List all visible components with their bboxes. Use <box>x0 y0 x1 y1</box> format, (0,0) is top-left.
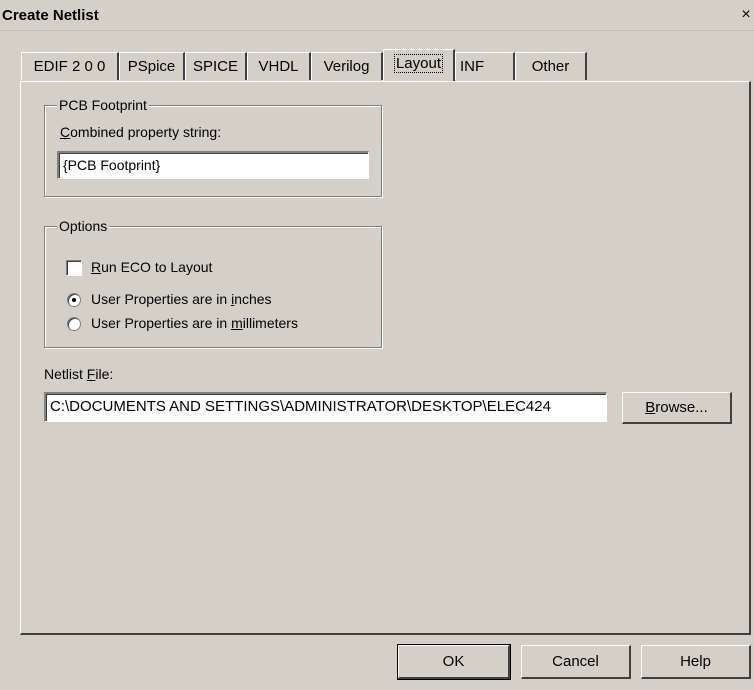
browse-button[interactable]: Browse... <box>622 392 732 424</box>
netlist-file-input[interactable]: C:\DOCUMENTS AND SETTINGS\ADMINISTRATOR\… <box>44 392 607 422</box>
radio-inches[interactable] <box>67 293 81 307</box>
radio-millimeters[interactable] <box>67 317 81 331</box>
options-legend: Options <box>57 218 110 234</box>
tab-inf[interactable]: INF <box>455 52 515 80</box>
radio-inches-label: User Properties are in inches <box>91 291 272 307</box>
pcb-footprint-legend: PCB Footprint <box>57 97 149 113</box>
cancel-button[interactable]: Cancel <box>521 645 631 679</box>
tab-vhdl[interactable]: VHDL <box>247 52 311 80</box>
tab-verilog[interactable]: Verilog <box>311 52 383 80</box>
pcb-footprint-group: PCB Footprint Combined property string: … <box>44 97 382 197</box>
radio-millimeters-label: User Properties are in millimeters <box>91 315 298 331</box>
run-eco-label: Run ECO to Layout <box>91 259 213 275</box>
title-bar: Create Netlist × <box>0 0 754 31</box>
tab-pspice[interactable]: PSpice <box>119 52 185 80</box>
netlist-file-label: Netlist File: <box>44 366 114 382</box>
combined-property-label: Combined property string: <box>60 124 222 140</box>
tab-other[interactable]: Other <box>515 52 587 80</box>
combined-property-input[interactable]: {PCB Footprint} <box>57 151 369 179</box>
close-icon[interactable]: × <box>738 6 754 24</box>
window-title: Create Netlist <box>2 7 99 24</box>
run-eco-checkbox[interactable] <box>66 260 82 276</box>
tab-layout[interactable]: Layout <box>383 49 455 81</box>
tab-spice[interactable]: SPICE <box>185 52 247 80</box>
options-group: Options Run ECO to Layout User Propertie… <box>44 218 382 348</box>
help-button[interactable]: Help <box>641 645 751 679</box>
radio-selected-dot <box>72 298 76 302</box>
ok-button[interactable]: OK <box>397 644 511 680</box>
tab-edif[interactable]: EDIF 2 0 0 <box>21 52 119 80</box>
